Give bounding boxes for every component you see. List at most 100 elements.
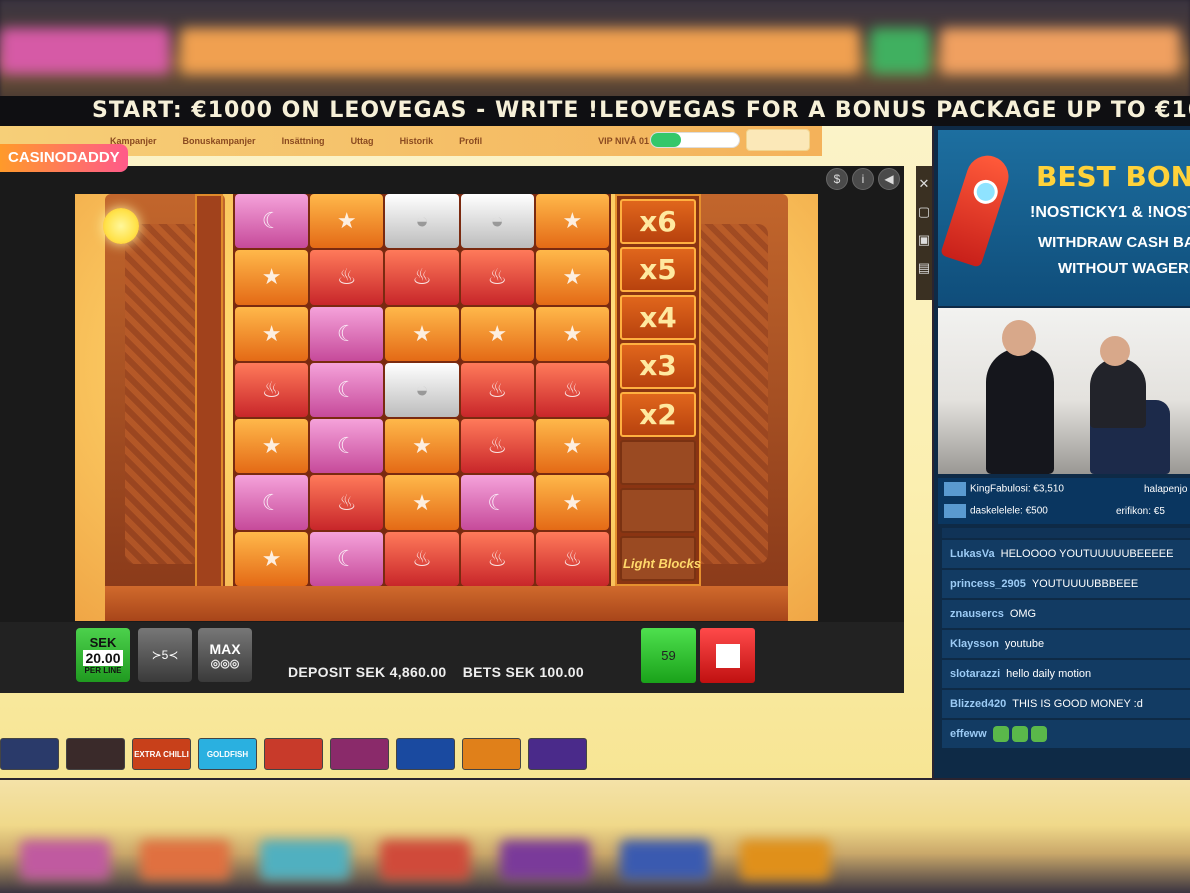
lines-icon: ≻5≺ <box>151 648 179 662</box>
sun-icon <box>103 208 139 244</box>
stream-ticker: START: €1000 ON LEOVEGAS - WRITE !LEOVEG… <box>0 96 1190 126</box>
max-bet-button[interactable]: MAX ◎◎◎ <box>198 628 252 682</box>
chat-username[interactable]: Klaysson <box>950 638 999 650</box>
nav-item[interactable]: Uttag <box>351 136 374 146</box>
reel-tile-pink: ☾ <box>235 475 309 530</box>
chat-username[interactable]: Blizzed420 <box>950 698 1006 710</box>
reel-tile-red: ♨ <box>235 362 309 418</box>
blurred-thumb <box>620 840 710 880</box>
account-button[interactable] <box>746 129 810 151</box>
deposit-label: DEPOSIT SEK 4,860.00 <box>288 664 447 680</box>
nav-item[interactable]: Profil <box>459 136 482 146</box>
nav-item[interactable]: Bonuskampanjer <box>183 136 256 146</box>
reel-tile-pink: ☾ <box>460 475 534 530</box>
chat-text: OMG <box>1009 608 1037 620</box>
info-icon[interactable]: i <box>852 168 874 190</box>
bet-per-line-button[interactable]: SEK 20.00 PER LINE <box>76 628 130 682</box>
game-thumbnail[interactable]: EXTRA CHILLI <box>132 738 191 770</box>
screen-icon[interactable]: ▣ <box>918 232 930 248</box>
donor-entry: KingFabulosi: €3,510 <box>944 482 1064 496</box>
reel-tile-red: ♨ <box>535 531 609 586</box>
game-thumbnail[interactable]: GOLDFISH <box>198 738 257 770</box>
chat-username[interactable]: princess_2905 <box>950 578 1026 590</box>
reel-tile-pink: ☾ <box>310 419 384 474</box>
game-thumbnail[interactable] <box>528 738 587 770</box>
reel-tile-orange: ★ <box>385 419 459 474</box>
reel-tile-orange: ★ <box>235 306 309 361</box>
reel-tile-red: ♨ <box>460 250 534 305</box>
left-rail <box>195 194 223 594</box>
reel-tile-orange: ★ <box>535 194 609 249</box>
chat-text: youtube <box>1004 638 1045 650</box>
chat-message: LukasVa HELOOOO YOUTUUUUUBEEEEE <box>942 540 1190 568</box>
donor-entry: halapenjo <box>1144 484 1187 495</box>
stop-icon <box>715 643 740 668</box>
game-thumbnail[interactable] <box>66 738 125 770</box>
reel-tile-white: ◒ <box>385 194 459 249</box>
blurred-tab <box>0 28 170 74</box>
game-thumbnail[interactable] <box>264 738 323 770</box>
game-thumbnail[interactable] <box>330 738 389 770</box>
reel-tile-red: ♨ <box>460 419 534 474</box>
settings-icon[interactable]: ▤ <box>918 260 930 276</box>
currency-icon[interactable]: $ <box>826 168 848 190</box>
blurred-thumb <box>740 840 830 880</box>
fullscreen-icon[interactable]: ▢ <box>918 204 930 220</box>
game-thumbnail[interactable] <box>462 738 521 770</box>
chat-text: hello daily motion <box>1006 668 1092 680</box>
lines-button[interactable]: ≻5≺ <box>138 628 192 682</box>
reel-tile-orange: ★ <box>535 306 609 361</box>
frog-emote-icon <box>1030 726 1047 742</box>
stage-floor <box>105 586 788 621</box>
game-thumbnail[interactable] <box>0 738 59 770</box>
chat-text: YOUTUUUUBBBEEE <box>1031 578 1139 590</box>
frog-emote-icon <box>1011 726 1028 742</box>
blurred-tab <box>940 28 1180 74</box>
chat-username[interactable]: effeww <box>950 728 987 740</box>
reel-tile-white: ◒ <box>460 194 534 249</box>
game-window: $ i ◀ ☾ ★ ◒ ◒ ★ ★ ♨ ♨ ♨ ★ ★ ☾ ★ ★ ★ ♨ ☾ ◒ ♨ ♨ ★ ☾ ★ ♨ ★ ☾ ♨ ★ ☾ ★ ★ ☾ ♨ ♨… <box>0 166 904 693</box>
game-controls: SEK 20.00 PER LINE ≻5≺ MAX ◎◎◎ DEPOSIT S… <box>0 622 904 693</box>
sound-icon[interactable]: ◀ <box>878 168 900 190</box>
chat-message: Klaysson youtube <box>942 630 1190 658</box>
game-thumbnails: EXTRA CHILLI GOLDFISH <box>0 738 587 770</box>
reel-tile-orange: ★ <box>535 419 609 474</box>
chat-username[interactable]: znausercs <box>950 608 1004 620</box>
streamer-right-head <box>1100 336 1130 366</box>
game-toolbar: $ i ◀ <box>826 168 900 190</box>
bet-currency: SEK <box>89 635 117 650</box>
blurred-tab <box>870 28 930 74</box>
donor-icon <box>944 482 966 496</box>
rocket-icon <box>940 150 1014 268</box>
vip-progress-fill <box>651 133 681 147</box>
chat-message: Blizzed420 THIS IS GOOD MONEY :d <box>942 690 1190 718</box>
nav-item[interactable]: Insättning <box>282 136 325 146</box>
close-icon[interactable]: ✕ <box>919 176 930 192</box>
chat-username[interactable]: LukasVa <box>950 548 995 560</box>
webcam-feed <box>938 308 1190 474</box>
reel-tile-orange: ★ <box>235 250 309 305</box>
nav-item[interactable]: Historik <box>400 136 434 146</box>
donor-name: erifikon: €5 <box>1116 506 1165 517</box>
streamer-right <box>1090 358 1146 428</box>
reel-tile-orange: ★ <box>385 475 459 530</box>
blurred-thumb <box>20 840 110 880</box>
chat-text: HELOOOO YOUTUUUUUBEEEEE <box>1000 548 1174 560</box>
game-stage: ☾ ★ ◒ ◒ ★ ★ ♨ ♨ ♨ ★ ★ ☾ ★ ★ ★ ♨ ☾ ◒ ♨ ♨ ★ ☾ ★ ♨ ★ ☾ ♨ ★ ☾ ★ ★ ☾ ♨ ♨ ♨ x6 x5… <box>75 194 818 621</box>
game-thumbnail[interactable] <box>396 738 455 770</box>
promo-line: WITHOUT WAGERING <box>1058 260 1190 277</box>
reel-tile-red: ♨ <box>310 250 384 305</box>
chat-username[interactable]: slotarazzi <box>950 668 1000 680</box>
game-logo: Light Blocks <box>622 556 701 571</box>
multiplier-empty <box>620 439 696 485</box>
multiplier-empty <box>620 487 696 533</box>
donor-icon <box>944 504 966 518</box>
chat-message: slotarazzi hello daily motion <box>942 660 1190 688</box>
blurred-background-bottom <box>0 780 1190 893</box>
stop-button[interactable] <box>700 628 755 683</box>
vip-level-label: VIP NIVÅ 01 <box>598 136 649 146</box>
promo-codes: !NOSTICKY1 & !NOSTIC <box>1030 204 1190 221</box>
autoplay-button[interactable]: 59 <box>641 628 696 683</box>
reel-tile-orange: ★ <box>235 531 309 586</box>
streamer-left <box>986 348 1054 474</box>
